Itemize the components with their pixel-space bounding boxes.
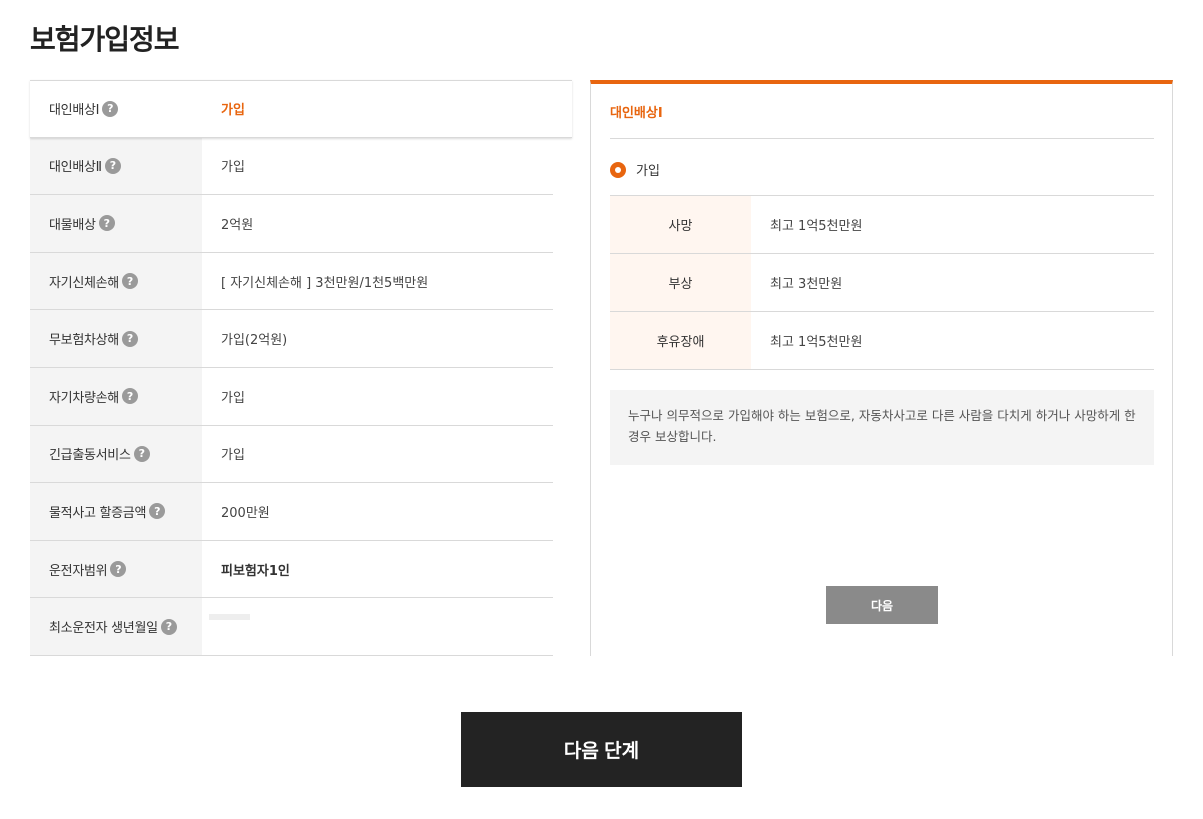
- coverage-value: 가입: [221, 160, 245, 176]
- detail-next-button[interactable]: 다음: [826, 586, 938, 624]
- benefit-row-disability: 후유장애 최고 1억5천만원: [610, 312, 1154, 370]
- coverage-row-surcharge-amount[interactable]: 물적사고 할증금액? 200만원: [30, 483, 553, 541]
- coverage-row-personal-injury[interactable]: 자기신체손해? [ 자기신체손해 ] 3천만원/1천5백만원: [30, 252, 553, 311]
- coverage-value: [202, 598, 553, 655]
- coverage-label: 자기신체손해?: [30, 252, 202, 310]
- help-icon[interactable]: ?: [121, 330, 138, 347]
- radio-selected-icon[interactable]: [610, 161, 626, 178]
- help-icon[interactable]: ?: [160, 618, 177, 635]
- benefit-value: 최고 1억5천만원: [770, 335, 863, 350]
- coverage-label: 대인배상Ⅱ?: [30, 137, 202, 195]
- coverage-value: 피보험자1인: [221, 563, 290, 579]
- option-label: 가입: [636, 164, 660, 179]
- coverage-row-uninsured-motorist[interactable]: 무보험차상해? 가입(2억원): [30, 310, 553, 368]
- benefit-row-injury: 부상 최고 3천만원: [610, 254, 1154, 312]
- help-icon[interactable]: ?: [149, 503, 166, 520]
- coverage-value: 가입: [221, 448, 245, 464]
- help-icon[interactable]: ?: [102, 100, 119, 117]
- coverage-label: 물적사고 할증금액?: [30, 483, 202, 540]
- divider: [610, 138, 1154, 139]
- help-icon[interactable]: ?: [110, 561, 127, 578]
- coverage-value: [ 자기신체손해 ] 3천만원/1천5백만원: [221, 275, 429, 291]
- benefit-value: 최고 3천만원: [770, 277, 843, 292]
- benefit-label: 후유장애: [610, 312, 751, 369]
- benefit-label: 사망: [610, 196, 751, 253]
- benefit-value: 최고 1억5천만원: [770, 219, 863, 234]
- help-icon[interactable]: ?: [121, 388, 138, 405]
- coverage-row-emergency-service[interactable]: 긴급출동서비스? 가입: [30, 425, 553, 484]
- coverage-value: 가입(2억원): [221, 333, 288, 349]
- coverage-row-bodily-injury-1[interactable]: 대인배상Ⅰ? 가입: [30, 80, 572, 138]
- coverage-row-bodily-injury-2[interactable]: 대인배상Ⅱ? 가입: [30, 137, 553, 196]
- coverage-notice: 누구나 의무적으로 가입해야 하는 보험으로, 자동차사고로 다른 사람을 다치…: [610, 390, 1154, 465]
- coverage-row-driver-scope[interactable]: 운전자범위? 피보험자1인: [30, 540, 553, 599]
- help-icon[interactable]: ?: [104, 157, 121, 174]
- coverage-label: 최소운전자 생년월일?: [30, 598, 202, 655]
- coverage-row-property-damage[interactable]: 대물배상? 2억원: [30, 195, 553, 253]
- help-icon[interactable]: ?: [98, 215, 115, 232]
- coverage-label: 운전자범위?: [30, 540, 202, 598]
- coverage-row-min-driver-birthdate[interactable]: 최소운전자 생년월일?: [30, 598, 553, 656]
- help-icon[interactable]: ?: [121, 273, 138, 290]
- benefit-row-death: 사망 최고 1억5천만원: [610, 196, 1154, 254]
- coverage-label: 자기차량손해?: [30, 367, 202, 425]
- coverage-label: 긴급출동서비스?: [30, 425, 202, 483]
- coverage-row-own-vehicle-damage[interactable]: 자기차량손해? 가입: [30, 367, 553, 426]
- coverage-detail-panel: 대인배상Ⅰ 가입 사망 최고 1억5천만원 부상 최고 3천만원 후유장애 최고…: [590, 80, 1173, 656]
- coverage-table: 대인배상Ⅰ? 가입 대인배상Ⅱ? 가입 대물배상? 2억원 자기신체손해? [ …: [30, 80, 572, 656]
- coverage-label: 대물배상?: [30, 195, 202, 252]
- next-step-button[interactable]: 다음 단계: [461, 712, 742, 787]
- coverage-label: 무보험차상해?: [30, 310, 202, 367]
- benefit-label: 부상: [610, 254, 751, 311]
- benefit-table: 사망 최고 1억5천만원 부상 최고 3천만원 후유장애 최고 1억5천만원: [610, 195, 1154, 370]
- coverage-value: 가입: [221, 390, 245, 406]
- coverage-value: 가입: [221, 103, 245, 119]
- help-icon[interactable]: ?: [133, 445, 150, 462]
- coverage-value: 200만원: [221, 505, 270, 521]
- coverage-value: 2억원: [221, 217, 254, 233]
- option-radio-join[interactable]: 가입: [610, 160, 660, 179]
- birthdate-placeholder: [209, 613, 250, 620]
- detail-title: 대인배상Ⅰ: [610, 106, 663, 121]
- coverage-label: 대인배상Ⅰ?: [30, 81, 202, 137]
- page-title: 보험가입정보: [30, 23, 180, 56]
